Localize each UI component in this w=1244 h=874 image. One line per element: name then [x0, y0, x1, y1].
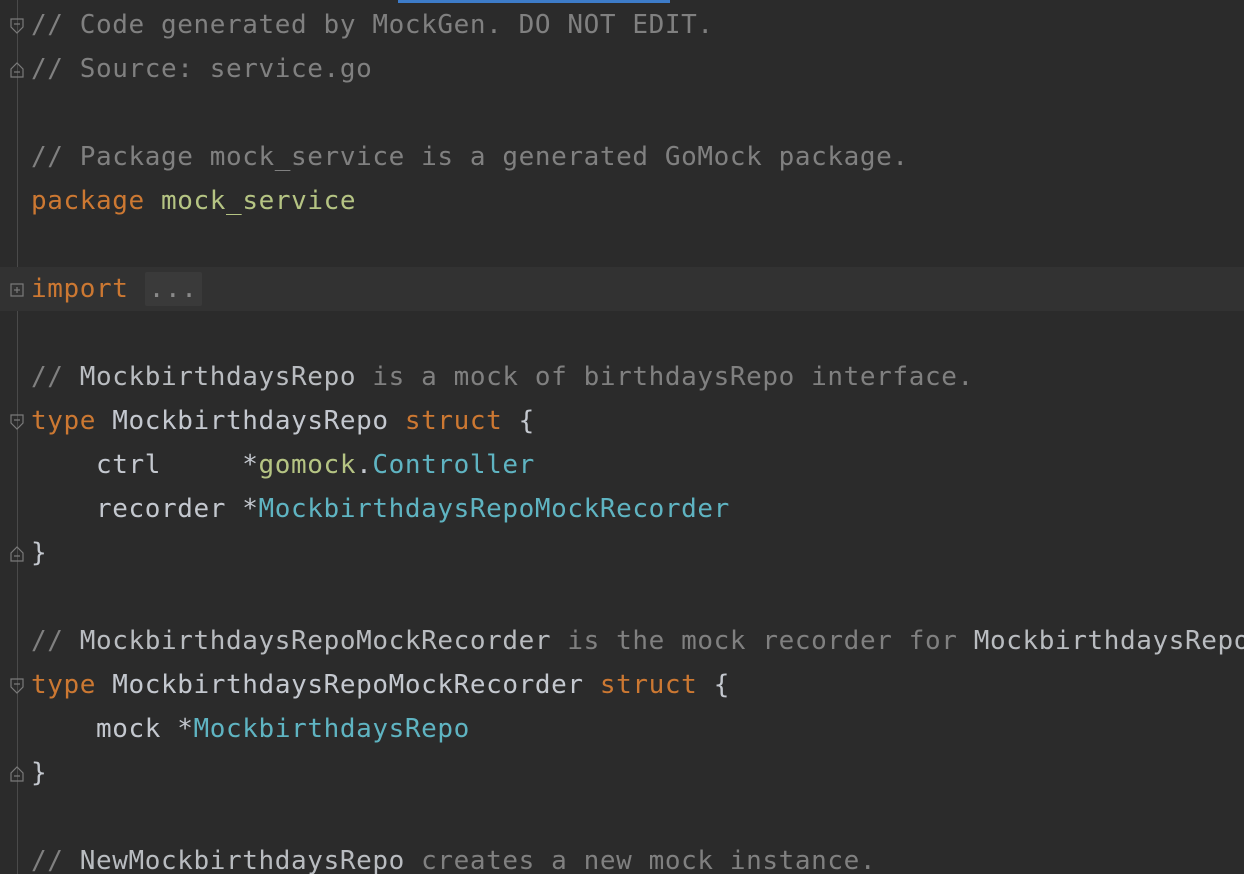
code-token: ctrl *	[31, 450, 259, 480]
code-token: struct	[404, 406, 503, 436]
code-editor[interactable]: // Code generated by MockGen. DO NOT EDI…	[0, 0, 1244, 874]
code-line[interactable]: mock *MockbirthdaysRepo	[0, 707, 1244, 751]
code-token: package	[31, 186, 145, 216]
code-text: type MockbirthdaysRepo struct {	[31, 399, 535, 443]
code-token: }	[31, 538, 48, 568]
fold-open-icon[interactable]	[10, 18, 24, 34]
code-line[interactable]: // MockbirthdaysRepo is a mock of birthd…	[0, 355, 1244, 399]
code-token: is the mock recorder for	[551, 626, 974, 656]
code-text: // Source: service.go	[31, 47, 372, 91]
code-token: MockbirthdaysRepo	[973, 626, 1244, 656]
code-token: MockbirthdaysRepo	[112, 406, 389, 436]
code-line[interactable]	[0, 311, 1244, 355]
code-line[interactable]: // Code generated by MockGen. DO NOT EDI…	[0, 3, 1244, 47]
code-token: //	[31, 362, 80, 392]
code-token: MockbirthdaysRepoMockRecorder	[79, 626, 552, 656]
code-token: recorder *	[31, 494, 259, 524]
code-token: NewMockbirthdaysRepo	[79, 846, 405, 874]
code-token: MockbirthdaysRepoMockRecorder	[258, 494, 730, 524]
code-token: creates a new mock instance.	[404, 846, 877, 874]
code-token: import	[31, 274, 129, 304]
code-token: is a mock of birthdaysRepo interface.	[356, 362, 974, 392]
fold-end-icon[interactable]	[10, 546, 24, 562]
code-token: MockbirthdaysRepoMockRecorder	[112, 670, 584, 700]
fold-end-icon[interactable]	[10, 766, 24, 782]
code-line[interactable]: type MockbirthdaysRepo struct {	[0, 399, 1244, 443]
fold-open-icon[interactable]	[10, 414, 24, 430]
code-line[interactable]: recorder *MockbirthdaysRepoMockRecorder	[0, 487, 1244, 531]
fold-expand-icon[interactable]	[10, 282, 24, 298]
code-text: }	[31, 751, 47, 795]
code-token: type	[31, 670, 97, 700]
code-line[interactable]	[0, 223, 1244, 267]
code-token: Controller	[372, 450, 535, 480]
code-text: type MockbirthdaysRepoMockRecorder struc…	[31, 663, 730, 707]
code-line[interactable]: // NewMockbirthdaysRepo creates a new mo…	[0, 839, 1244, 874]
fold-end-icon[interactable]	[10, 62, 24, 78]
code-token: // Code generated by MockGen. DO NOT EDI…	[31, 10, 714, 40]
code-line[interactable]: }	[0, 531, 1244, 575]
code-text: package mock_service	[31, 179, 356, 223]
code-token: mock_service	[161, 186, 357, 216]
code-token: MockbirthdaysRepo	[193, 714, 470, 744]
code-text: recorder *MockbirthdaysRepoMockRecorder	[31, 487, 730, 531]
code-token: .	[356, 450, 373, 480]
code-token: struct	[599, 670, 698, 700]
code-token: }	[31, 758, 48, 788]
code-text: mock *MockbirthdaysRepo	[31, 707, 470, 751]
code-text: }	[31, 531, 47, 575]
code-line[interactable]: package mock_service	[0, 179, 1244, 223]
code-text: // MockbirthdaysRepoMockRecorder is the …	[31, 619, 1244, 663]
code-line[interactable]: // Package mock_service is a generated G…	[0, 135, 1244, 179]
collapsed-imports[interactable]: ...	[144, 272, 202, 306]
code-token: MockbirthdaysRepo	[79, 362, 357, 392]
code-text: // Package mock_service is a generated G…	[31, 135, 909, 179]
code-line[interactable]: ctrl *gomock.Controller	[0, 443, 1244, 487]
code-line[interactable]: import ...	[0, 267, 1244, 311]
code-token: gomock	[258, 450, 357, 480]
code-text: import ...	[31, 267, 202, 311]
code-line[interactable]	[0, 575, 1244, 619]
code-token: mock *	[31, 714, 194, 744]
code-token: type	[31, 406, 97, 436]
code-line[interactable]	[0, 91, 1244, 135]
code-text: // NewMockbirthdaysRepo creates a new mo…	[31, 839, 876, 874]
code-token: // Source: service.go	[31, 54, 373, 84]
code-line[interactable]: // Source: service.go	[0, 47, 1244, 91]
code-token: {	[502, 406, 535, 436]
code-text: // Code generated by MockGen. DO NOT EDI…	[31, 3, 714, 47]
code-token: //	[31, 626, 80, 656]
code-line[interactable]: // MockbirthdaysRepoMockRecorder is the …	[0, 619, 1244, 663]
code-text: ctrl *gomock.Controller	[31, 443, 535, 487]
code-line[interactable]: type MockbirthdaysRepoMockRecorder struc…	[0, 663, 1244, 707]
code-token: {	[697, 670, 730, 700]
code-token: // Package mock_service is a generated G…	[31, 142, 909, 172]
code-line[interactable]	[0, 795, 1244, 839]
code-token: //	[31, 846, 80, 874]
code-line[interactable]: }	[0, 751, 1244, 795]
fold-open-icon[interactable]	[10, 678, 24, 694]
code-text: // MockbirthdaysRepo is a mock of birthd…	[31, 355, 974, 399]
